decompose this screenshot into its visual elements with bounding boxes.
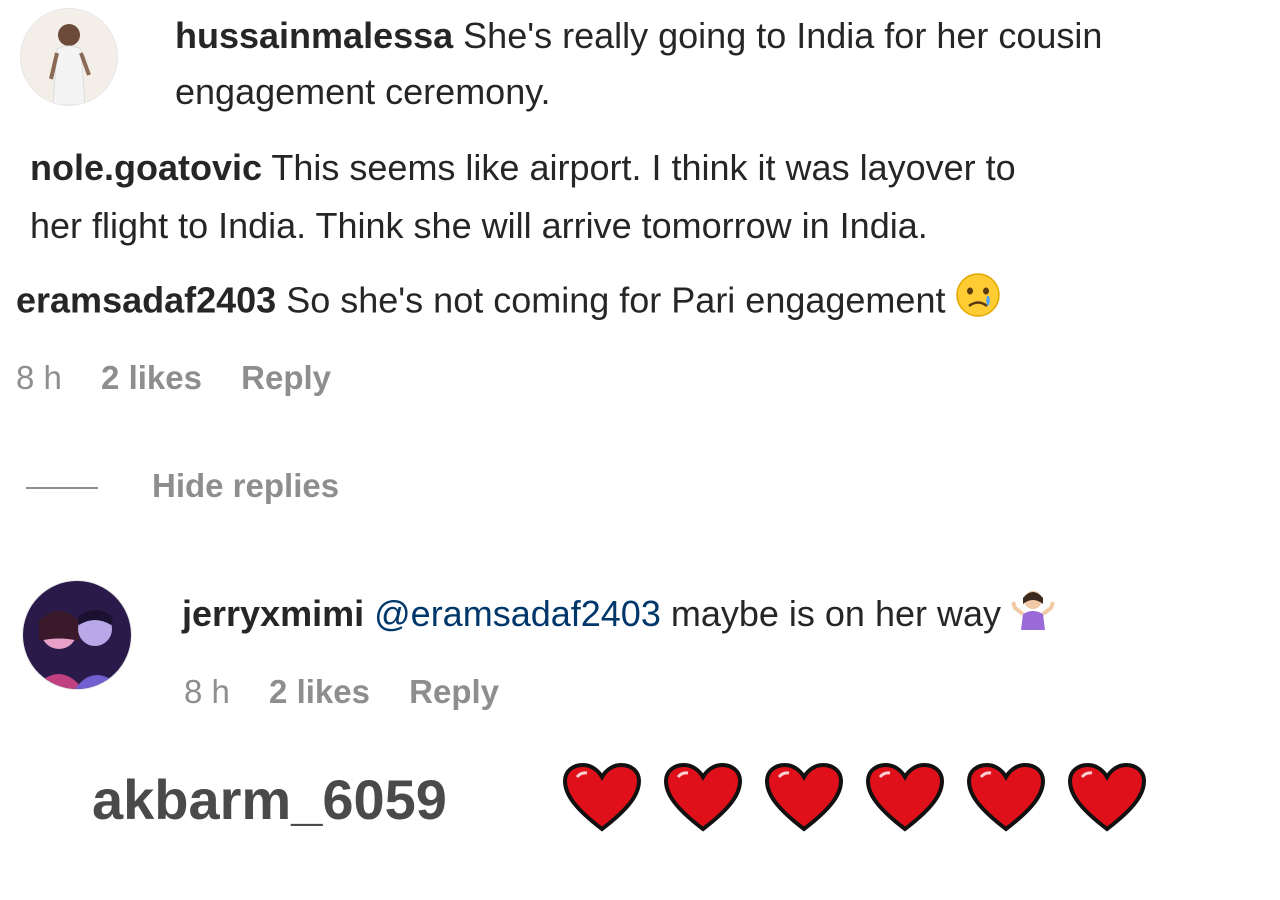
heart-emoji-row — [563, 763, 1146, 833]
red-heart-icon — [563, 763, 641, 832]
comment-text: engagement ceremony. — [175, 71, 551, 112]
comment-text: So she's not coming for Pari engagement — [286, 279, 946, 321]
profile-photo-icon — [23, 581, 131, 689]
comment-line-continued: engagement ceremony. — [175, 64, 551, 120]
red-heart-icon — [866, 763, 944, 832]
avatar-jerryxmimi[interactable] — [22, 580, 132, 690]
bottom-comment-username[interactable]: akbarm_6059 — [92, 760, 447, 840]
comment-text: her flight to India. Think she will arri… — [30, 205, 928, 246]
comment-line: nole.goatovic This seems like airport. I… — [30, 140, 1016, 196]
comment-time: 8 h — [16, 359, 62, 396]
red-heart-icon — [1068, 763, 1146, 832]
comment-line: hussainmalessa She's really going to Ind… — [175, 8, 1102, 64]
comment-text: She's really going to India for her cous… — [463, 15, 1103, 56]
reply-meta: 8 h 2 likes Reply — [184, 672, 529, 712]
comment-likes[interactable]: 2 likes — [101, 359, 202, 396]
reply-button[interactable]: Reply — [409, 673, 499, 710]
comment-username[interactable]: nole.goatovic — [30, 147, 262, 188]
comment-username[interactable]: eramsadaf2403 — [16, 280, 276, 321]
red-heart-icon — [664, 763, 742, 832]
divider-line — [26, 487, 98, 489]
reply-button[interactable]: Reply — [241, 359, 331, 396]
reply-likes[interactable]: 2 likes — [269, 673, 370, 710]
reply-text: maybe is on her way — [670, 593, 1002, 634]
comment-line-continued: her flight to India. Think she will arri… — [30, 198, 928, 254]
profile-photo-icon — [21, 9, 117, 105]
reply-line: jerryxmimi @eramsadaf2403 maybe is on he… — [182, 586, 1055, 646]
comment-username[interactable]: hussainmalessa — [175, 15, 453, 56]
comment-line: eramsadaf2403 So she's not coming for Pa… — [16, 272, 1001, 334]
red-heart-icon — [967, 763, 1045, 832]
hide-replies-button[interactable]: Hide replies — [152, 466, 339, 506]
reply-time: 8 h — [184, 673, 230, 710]
woman-shrugging-icon — [1011, 586, 1055, 646]
red-heart-icon — [765, 763, 843, 832]
reply-mention[interactable]: @eramsadaf2403 — [374, 593, 661, 634]
comment-meta: 8 h 2 likes Reply — [16, 358, 361, 398]
comment-text: This seems like airport. I think it was … — [271, 147, 1016, 188]
reply-username[interactable]: jerryxmimi — [182, 593, 364, 634]
avatar-hussainmalessa[interactable] — [20, 8, 118, 106]
crying-face-icon — [955, 272, 1001, 334]
